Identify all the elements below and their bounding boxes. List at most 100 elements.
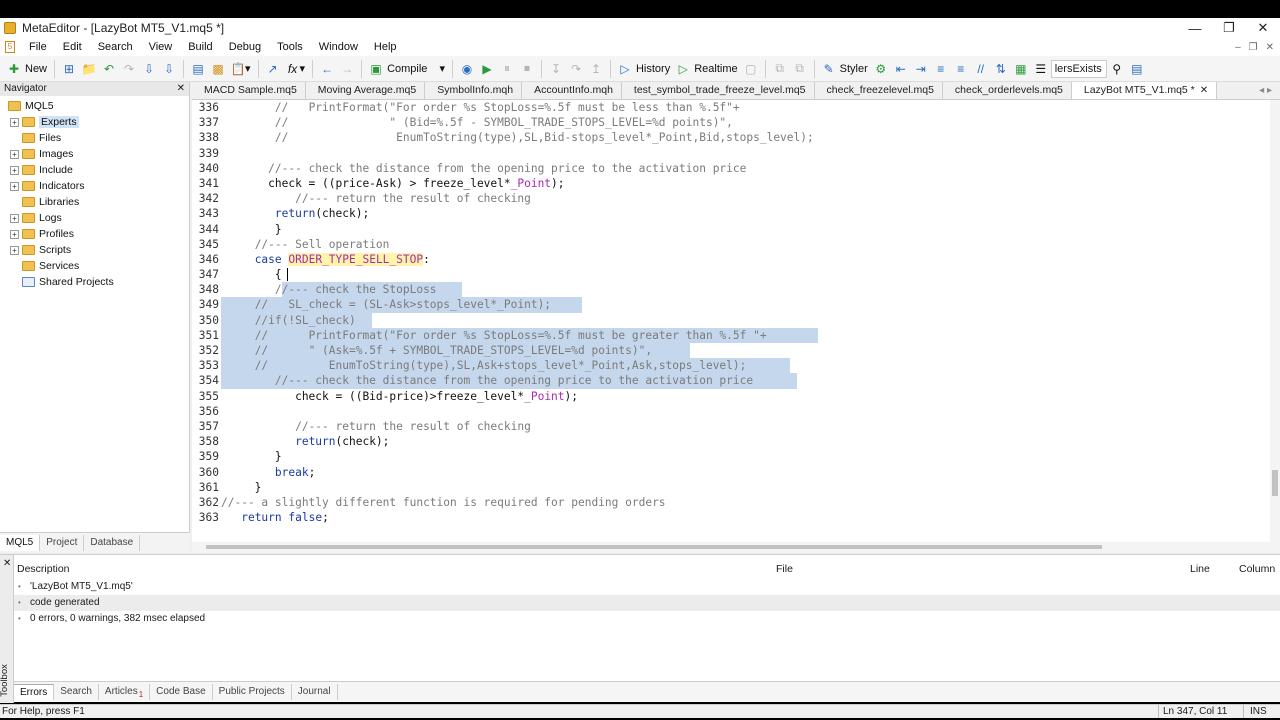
- document-icon[interactable]: 5: [5, 41, 15, 53]
- mdi-minimize-icon[interactable]: –: [1235, 42, 1241, 53]
- message-row[interactable]: • 0 errors, 0 warnings, 382 msec elapsed: [14, 611, 1280, 627]
- tree-root[interactable]: MQL5: [0, 98, 189, 114]
- code-line[interactable]: 338 // EnumToString(type),SL,Bid-stops_l…: [192, 130, 1270, 145]
- code-editor[interactable]: 336 // PrintFormat("For order %s StopLos…: [192, 100, 1270, 542]
- scrollbar-thumb[interactable]: [206, 545, 1102, 549]
- menu-build[interactable]: Build: [180, 41, 220, 53]
- outdent-button[interactable]: ⇤: [891, 59, 911, 79]
- message-row[interactable]: • 'LazyBot MT5_V1.mq5': [14, 579, 1280, 595]
- code-line[interactable]: 339: [192, 146, 1270, 161]
- step-over-button[interactable]: ↷: [566, 59, 586, 79]
- search-button[interactable]: ⚲: [1107, 59, 1127, 79]
- tree-item-indicators[interactable]: + Indicators: [0, 178, 189, 194]
- new-tab-button[interactable]: ⊞: [59, 59, 79, 79]
- tree-item-images[interactable]: + Images: [0, 146, 189, 162]
- menu-window[interactable]: Window: [311, 41, 366, 53]
- code-line[interactable]: 358 return(check);: [192, 434, 1270, 449]
- editor-tab[interactable]: MACD Sample.mq5: [192, 82, 306, 99]
- code-line[interactable]: 343 return(check);: [192, 206, 1270, 221]
- redo-button[interactable]: ↷: [119, 59, 139, 79]
- mdi-close-icon[interactable]: ✕: [1266, 42, 1274, 53]
- column-file[interactable]: File: [776, 563, 793, 575]
- tree-item-shared-projects[interactable]: Shared Projects: [0, 274, 189, 290]
- close-icon[interactable]: ✕: [177, 82, 185, 96]
- editor-tab[interactable]: test_symbol_trade_freeze_level.mq5: [622, 82, 815, 99]
- tab-scroll-arrows[interactable]: ◂ ▸: [1259, 82, 1280, 99]
- uncomment-button[interactable]: ≡: [951, 59, 971, 79]
- brackets-button[interactable]: ⇅: [991, 59, 1011, 79]
- functions-dropdown[interactable]: fx ▾: [283, 59, 309, 79]
- vertical-scrollbar[interactable]: [1270, 100, 1280, 542]
- styler-button[interactable]: ✎ Styler: [819, 59, 871, 79]
- expand-icon[interactable]: +: [10, 181, 19, 191]
- column-line[interactable]: Line: [1190, 563, 1210, 575]
- toolbox-tab-public-projects[interactable]: Public Projects: [213, 683, 292, 700]
- run-button[interactable]: ▶: [477, 59, 497, 79]
- code-line[interactable]: 341 check = ((price-Ask) > freeze_level*…: [192, 176, 1270, 191]
- toolbox-tab-journal[interactable]: Journal: [292, 683, 338, 700]
- download-all-button[interactable]: ⇩: [159, 59, 179, 79]
- copy-button[interactable]: ⧉: [770, 59, 790, 79]
- indent-button[interactable]: ⇥: [911, 59, 931, 79]
- code-line[interactable]: 350 //if(!SL_check): [192, 312, 1270, 328]
- code-line[interactable]: 337 // " (Bid=%.5f - SYMBOL_TRADE_STOPS_…: [192, 115, 1270, 130]
- menu-edit[interactable]: Edit: [55, 41, 90, 53]
- pause-button[interactable]: ⏸: [497, 59, 517, 79]
- column-column[interactable]: Column: [1239, 563, 1275, 575]
- menu-file[interactable]: File: [21, 41, 55, 53]
- toolbar-search-input[interactable]: lersExists: [1050, 59, 1107, 78]
- toolbox-tab-code-base[interactable]: Code Base: [150, 683, 213, 700]
- maximize-button[interactable]: ❐: [1212, 18, 1246, 38]
- navigator-tab-database[interactable]: Database: [84, 534, 141, 551]
- code-line[interactable]: 348 //--- check the StopLoss: [192, 282, 1270, 298]
- toggle-folders-button[interactable]: ▩: [208, 59, 228, 79]
- code-line[interactable]: 353 // EnumToString(type),SL,Ask+stops_l…: [192, 358, 1270, 374]
- step-out-button[interactable]: ↥: [586, 59, 606, 79]
- minimize-button[interactable]: —: [1178, 18, 1212, 38]
- toolbox-tab-search[interactable]: Search: [54, 683, 99, 700]
- forward-button[interactable]: →: [337, 59, 357, 79]
- menu-view[interactable]: View: [141, 41, 181, 53]
- menu-search[interactable]: Search: [90, 41, 141, 53]
- scrollbar-thumb[interactable]: [1272, 470, 1278, 496]
- navigator-tab-mql5[interactable]: MQL5: [0, 534, 41, 551]
- realtime-button[interactable]: ▷ Realtime: [673, 59, 740, 79]
- variables-button[interactable]: ↗: [263, 59, 283, 79]
- code-line[interactable]: 360 break;: [192, 465, 1270, 480]
- toggle-navigator-button[interactable]: ▤: [188, 59, 208, 79]
- close-window-button[interactable]: ✕: [1246, 18, 1280, 38]
- navigator-tab-project[interactable]: Project: [40, 534, 85, 551]
- code-line[interactable]: 344 }: [192, 222, 1270, 237]
- code-line[interactable]: 352 // " (Ask=%.5f + SYMBOL_TRADE_STOPS_…: [192, 343, 1270, 359]
- message-row[interactable]: • code generated: [14, 595, 1280, 611]
- undo-button[interactable]: ↶: [99, 59, 119, 79]
- horizontal-scrollbar[interactable]: [192, 542, 1280, 552]
- code-line[interactable]: 351 // PrintFormat("For order %s StopLos…: [192, 327, 1270, 343]
- column-description[interactable]: Description: [17, 563, 70, 575]
- tree-item-libraries[interactable]: Libraries: [0, 194, 189, 210]
- code-line[interactable]: 345 //--- Sell operation: [192, 237, 1270, 252]
- tree-item-files[interactable]: Files: [0, 130, 189, 146]
- code-line[interactable]: 357 //--- return the result of checking: [192, 419, 1270, 434]
- tree-item-services[interactable]: Services: [0, 258, 189, 274]
- code-line[interactable]: 355 check = ((Bid-price)>freeze_level*_P…: [192, 389, 1270, 404]
- code-line[interactable]: 340 //--- check the distance from the op…: [192, 161, 1270, 176]
- editor-tab[interactable]: check_freezelevel.mq5: [815, 82, 943, 99]
- back-button[interactable]: ←: [317, 59, 337, 79]
- chevron-down-icon[interactable]: ▾: [439, 62, 445, 75]
- menu-tools[interactable]: Tools: [269, 41, 311, 53]
- menu-debug[interactable]: Debug: [221, 41, 269, 53]
- editor-tab[interactable]: AccountInfo.mqh: [522, 82, 622, 99]
- code-line[interactable]: 347 {: [192, 267, 1270, 282]
- code-line[interactable]: 354 //--- check the distance from the op…: [192, 373, 1270, 389]
- expand-icon[interactable]: +: [10, 117, 19, 127]
- expand-icon[interactable]: +: [10, 149, 19, 159]
- editor-tab[interactable]: SymbolInfo.mqh: [425, 82, 523, 99]
- tree-item-logs[interactable]: + Logs: [0, 210, 189, 226]
- code-line[interactable]: 346 case ORDER_TYPE_SELL_STOP:: [192, 252, 1270, 267]
- toolbox-tab-articles[interactable]: Articles1: [99, 683, 151, 700]
- tree-item-profiles[interactable]: + Profiles: [0, 226, 189, 242]
- expand-icon[interactable]: +: [10, 213, 19, 223]
- download-button[interactable]: ⇩: [139, 59, 159, 79]
- toggle-comment-button[interactable]: //: [971, 59, 991, 79]
